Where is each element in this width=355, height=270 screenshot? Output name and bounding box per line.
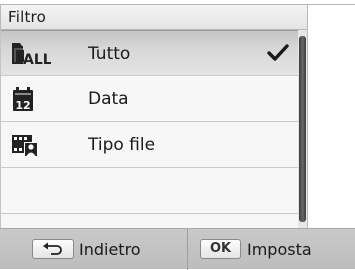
softkey-bar: Indietro OK Imposta xyxy=(0,228,355,270)
svg-text:12: 12 xyxy=(15,99,30,112)
list-item-label: Tipo file xyxy=(88,135,156,155)
back-button[interactable] xyxy=(32,239,74,259)
title-bar: Filtro xyxy=(0,4,308,30)
filter-screen: Filtro ALL Tutto 12 Data Tipo file Indie… xyxy=(0,0,355,270)
scrollbar[interactable] xyxy=(298,30,308,228)
list-item-label: Data xyxy=(88,89,129,109)
scroll-thumb[interactable] xyxy=(299,36,306,222)
page-title: Filtro xyxy=(8,8,46,26)
all-files-icon: ALL xyxy=(11,39,52,69)
ok-button[interactable]: OK xyxy=(200,239,241,259)
svg-text:ALL: ALL xyxy=(23,52,51,68)
filter-list: ALL Tutto 12 Data Tipo file xyxy=(0,30,299,228)
list-item-file-type[interactable]: Tipo file xyxy=(1,122,299,168)
list-item-empty xyxy=(1,168,299,214)
set-label[interactable]: Imposta xyxy=(247,240,312,259)
calendar-icon: 12 xyxy=(11,84,51,114)
list-item-date[interactable]: 12 Data xyxy=(1,76,299,122)
top-divider xyxy=(308,4,355,5)
file-type-icon xyxy=(11,130,51,160)
back-label[interactable]: Indietro xyxy=(79,240,141,259)
back-arrow-icon xyxy=(43,242,62,255)
softkey-divider xyxy=(187,229,188,270)
list-item-all[interactable]: ALL Tutto xyxy=(1,30,299,76)
checkmark-icon xyxy=(267,43,289,63)
list-item-label: Tutto xyxy=(88,44,131,64)
